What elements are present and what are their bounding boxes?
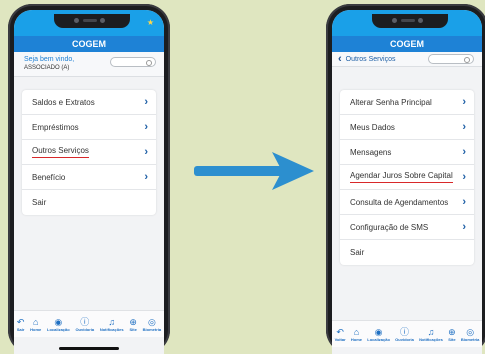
menu-item-mensagens[interactable]: Mensagens ›	[340, 140, 474, 165]
menu-item-beneficio[interactable]: Benefício ›	[22, 165, 156, 190]
main-menu: Saldos e Extratos › Empréstimos › Outros…	[22, 90, 156, 215]
fingerprint-icon: ◎	[147, 316, 156, 327]
tab-ouvidoria[interactable]: ⓘ Ouvidoria	[75, 317, 94, 332]
menu-item-meus-dados[interactable]: Meus Dados ›	[340, 115, 474, 140]
chevron-right-icon: ›	[144, 121, 148, 133]
tab-site[interactable]: ⊕ Site	[448, 327, 456, 342]
bell-icon: ♫	[108, 316, 116, 327]
chevron-right-icon: ›	[462, 171, 466, 183]
star-icon: ★	[146, 18, 154, 27]
app-title: COGEM	[71, 39, 106, 49]
tab-localizacao[interactable]: ◉ Localização	[47, 317, 70, 332]
chevron-right-icon: ›	[144, 146, 148, 158]
tab-site[interactable]: ⊕ Site	[129, 317, 137, 332]
fingerprint-icon: ◎	[466, 326, 475, 337]
menu-item-label: Empréstimos	[32, 122, 79, 132]
tab-sair[interactable]: ↶ Sair	[17, 317, 25, 332]
menu-item-outros-servicos[interactable]: Outros Serviços ›	[22, 140, 156, 165]
chevron-right-icon: ›	[462, 196, 466, 208]
bell-icon: ♫	[427, 326, 435, 337]
arrow-right-icon	[194, 152, 314, 190]
notch	[54, 14, 130, 28]
chevron-right-icon: ›	[144, 171, 148, 183]
notch	[372, 14, 448, 28]
back-link[interactable]: ‹ Outros Serviços	[332, 53, 395, 65]
menu-item-alterar-senha[interactable]: Alterar Senha Principal ›	[340, 90, 474, 115]
globe-icon: ⊕	[448, 326, 456, 337]
phone-screen-right: COGEM ‹ Outros Serviços Alterar Senha Pr…	[332, 10, 482, 354]
chevron-right-icon: ›	[462, 146, 466, 158]
phone-left: ★ COGEM Seja bem vindo, ASSOCIADO (A) Sa…	[8, 4, 170, 354]
chevron-right-icon: ›	[462, 221, 466, 233]
back-bar: ‹ Outros Serviços	[332, 52, 482, 67]
chevron-right-icon: ›	[144, 96, 148, 108]
menu-item-sair[interactable]: Sair	[340, 240, 474, 265]
menu-item-config-sms[interactable]: Configuração de SMS ›	[340, 215, 474, 240]
tab-bar: ↶ Voltar ⌂ Home ◉ Localização ⓘ Ouvidoria ♫ N…	[332, 320, 482, 347]
chevron-right-icon: ›	[462, 121, 466, 133]
welcome-line1: Seja bem vindo,	[24, 56, 75, 63]
chevron-right-icon: ›	[462, 96, 466, 108]
menu-item-label: Sair	[32, 198, 47, 207]
phone-screen-left: ★ COGEM Seja bem vindo, ASSOCIADO (A) Sa…	[14, 10, 164, 354]
account-selector[interactable]	[110, 57, 156, 67]
info-icon: ⓘ	[400, 326, 410, 337]
welcome-line2: ASSOCIADO (A)	[24, 65, 70, 71]
menu-item-saldos[interactable]: Saldos e Extratos ›	[22, 90, 156, 115]
app-header: COGEM	[332, 36, 482, 52]
globe-icon: ⊕	[129, 316, 137, 327]
menu-item-label: Outros Serviços	[32, 146, 89, 158]
home-icon: ⌂	[33, 316, 39, 327]
menu-item-label: Sair	[350, 248, 365, 257]
menu-item-label: Mensagens	[350, 147, 392, 157]
menu-item-label: Meus Dados	[350, 122, 395, 132]
location-icon: ◉	[54, 316, 63, 327]
home-icon: ⌂	[353, 326, 360, 337]
tab-biometria[interactable]: ◎ Biometria	[143, 317, 161, 332]
tab-home[interactable]: ⌂ Home	[30, 317, 41, 332]
app-header: COGEM	[14, 36, 164, 52]
tab-home[interactable]: ⌂ Home	[351, 327, 362, 342]
menu-item-sair[interactable]: Sair	[22, 190, 156, 215]
tab-voltar[interactable]: ↶ Voltar	[335, 327, 346, 342]
menu-item-label: Saldos e Extratos	[32, 97, 95, 107]
menu-item-emprestimos[interactable]: Empréstimos ›	[22, 115, 156, 140]
app-title: COGEM	[389, 39, 424, 49]
menu-item-label: Alterar Senha Principal	[350, 97, 432, 107]
back-icon: ↶	[16, 316, 25, 327]
menu-item-agendar-juros[interactable]: Agendar Juros Sobre Capital ›	[340, 165, 474, 190]
account-selector[interactable]	[428, 54, 474, 64]
menu-item-label: Agendar Juros Sobre Capital	[350, 171, 453, 183]
tab-notificacoes[interactable]: ♫ Notificações	[419, 327, 443, 342]
location-icon: ◉	[374, 326, 383, 337]
tab-ouvidoria[interactable]: ⓘ Ouvidoria	[395, 327, 414, 342]
services-menu: Alterar Senha Principal › Meus Dados › M…	[340, 90, 474, 265]
back-icon: ↶	[336, 326, 344, 337]
welcome-bar: Seja bem vindo, ASSOCIADO (A)	[14, 52, 164, 77]
tab-bar: ↶ Sair ⌂ Home ◉ Localização ⓘ Ouvidoria ♫ Not…	[14, 310, 164, 337]
phone-right: COGEM ‹ Outros Serviços Alterar Senha Pr…	[326, 4, 485, 354]
back-label: Outros Serviços	[345, 55, 396, 63]
info-icon: ⓘ	[80, 316, 90, 327]
menu-item-label: Consulta de Agendamentos	[350, 197, 449, 207]
menu-item-consulta-agendamentos[interactable]: Consulta de Agendamentos ›	[340, 190, 474, 215]
menu-item-label: Configuração de SMS	[350, 222, 429, 232]
tab-biometria[interactable]: ◎ Biometria	[461, 327, 479, 342]
menu-item-label: Benefício	[32, 172, 66, 182]
tab-localizacao[interactable]: ◉ Localização	[367, 327, 390, 342]
chevron-left-icon: ‹	[338, 53, 342, 65]
tab-notificacoes[interactable]: ♫ Notificações	[100, 317, 124, 332]
